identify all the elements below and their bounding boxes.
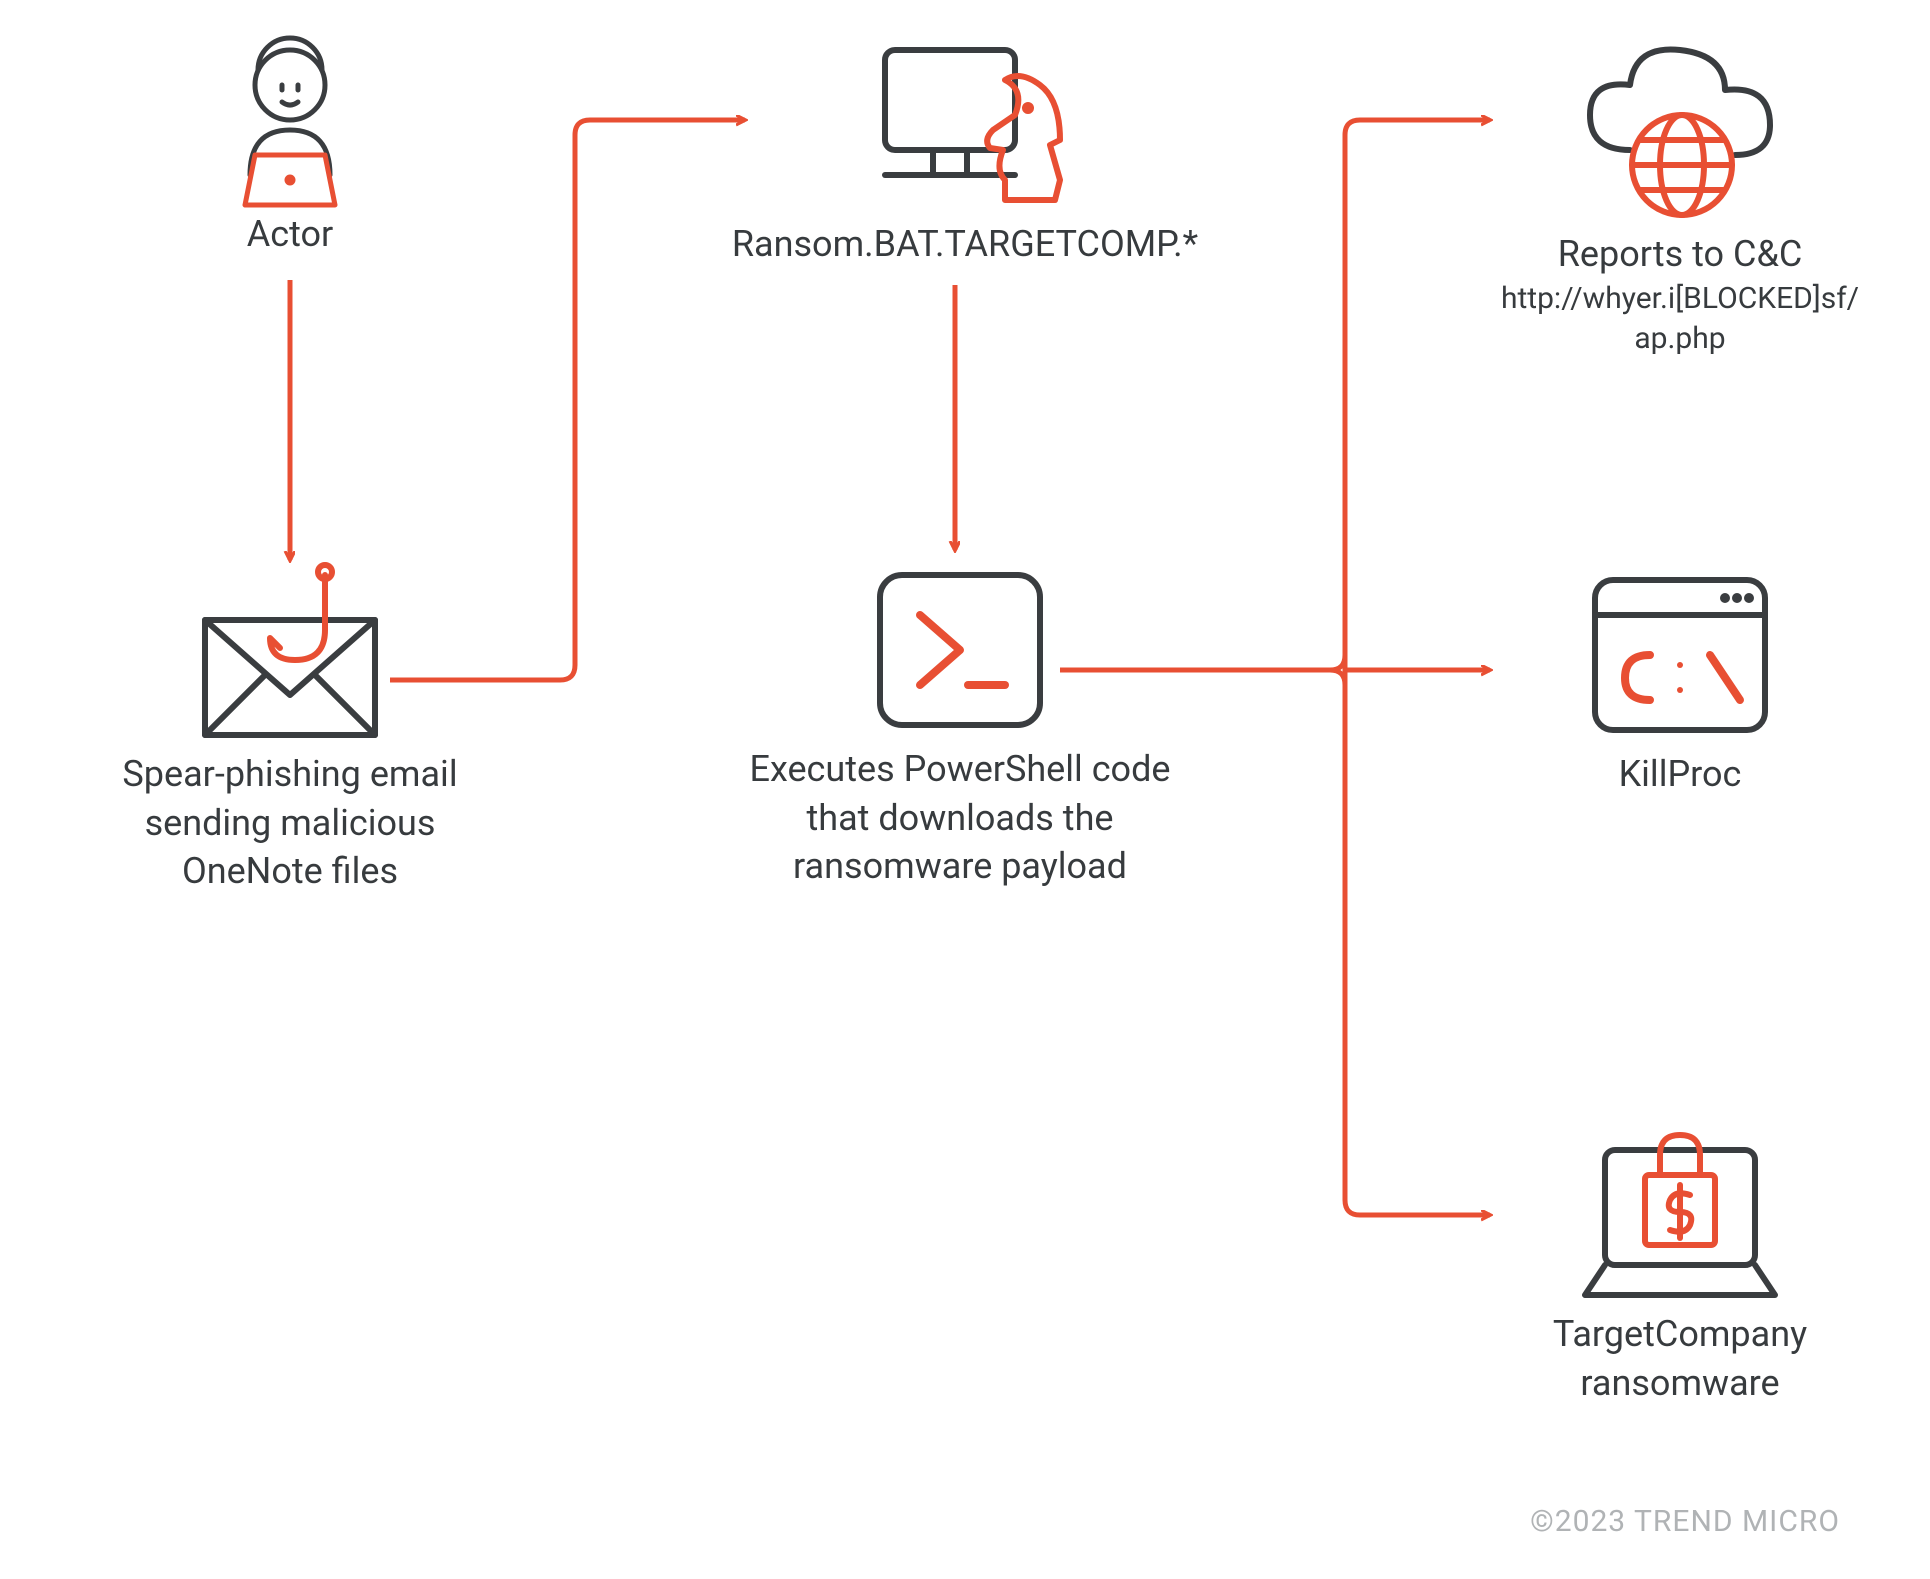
actor-icon (210, 30, 370, 210)
c2-url-line2: ap.php (1470, 319, 1890, 360)
node-powershell: Executes PowerShell code that downloads … (740, 555, 1180, 891)
attack-chain-diagram: Actor Spear-phishing email sending malic… (0, 0, 1930, 1579)
node-bat: Ransom.BAT.TARGETCOMP.* (690, 30, 1240, 269)
c2-url-line1: http://whyer.i[BLOCKED]sf/ (1470, 279, 1890, 320)
copyright-text: ©2023 TREND MICRO (1530, 1504, 1840, 1539)
node-ransomware: TargetCompany ransomware (1490, 1100, 1870, 1407)
phishing-email-icon (180, 560, 400, 750)
killproc-label: KillProc (1510, 750, 1850, 799)
node-killproc: KillProc (1510, 560, 1850, 799)
arrow-to-ransomware (1345, 1200, 1490, 1215)
powershell-label: Executes PowerShell code that downloads … (740, 745, 1180, 891)
cloud-c2-icon (1570, 30, 1790, 230)
ransomware-laptop-icon (1565, 1100, 1795, 1310)
phishing-label: Spear-phishing email sending malicious O… (90, 750, 490, 896)
node-c2: Reports to C&C http://whyer.i[BLOCKED]sf… (1470, 30, 1890, 360)
c2-label: Reports to C&C (1470, 230, 1890, 279)
trojan-computer-icon (855, 30, 1075, 220)
node-actor: Actor (190, 30, 390, 259)
node-phishing: Spear-phishing email sending malicious O… (90, 560, 490, 896)
program-window-icon (1575, 560, 1785, 750)
bat-label: Ransom.BAT.TARGETCOMP.* (690, 220, 1240, 269)
actor-label: Actor (190, 210, 390, 259)
ransomware-label: TargetCompany ransomware (1490, 1310, 1870, 1407)
arrow-to-c2 (1345, 120, 1490, 135)
terminal-icon (860, 555, 1060, 745)
